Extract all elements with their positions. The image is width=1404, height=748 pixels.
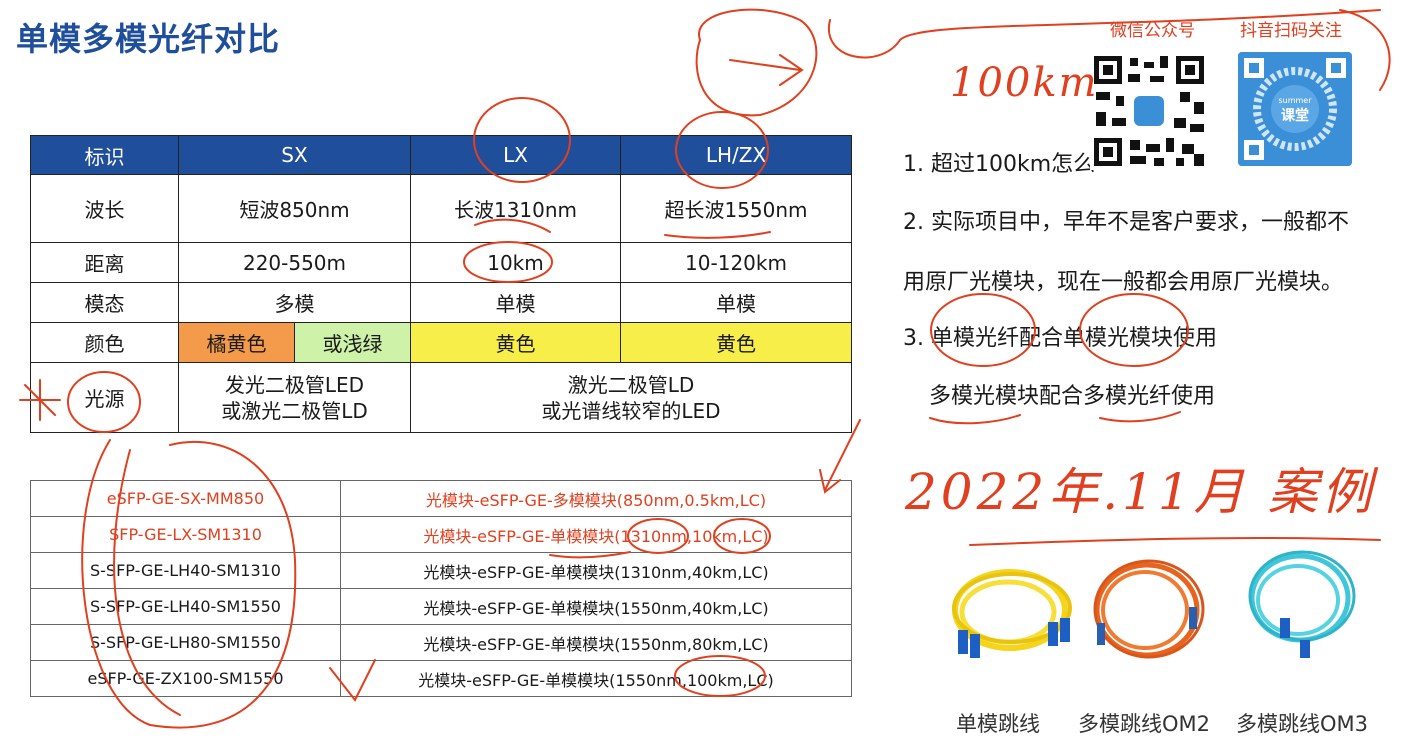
module-code-cell: eSFP-GE-ZX100-SM1550 — [30, 660, 341, 697]
row-label: 距离 — [30, 242, 179, 283]
row-label: 光源 — [30, 362, 179, 433]
module-code-cell: S-SFP-GE-LH40-SM1550 — [30, 588, 341, 625]
douyin-label: 抖音扫码关注 — [1240, 21, 1342, 41]
table-cell: 220-550m — [178, 242, 411, 283]
table-cell: 多模 — [178, 282, 411, 323]
table-row: SFP-GE-LX-SM1310 光模块-eSFP-GE-单模模块(1310nm,… — [30, 516, 852, 553]
caption-om2: 多模跳线OM2 — [1078, 712, 1211, 736]
header-cell: LX — [410, 135, 621, 175]
douyin-qr-code: summer 课堂 — [1238, 52, 1352, 166]
module-code-cell: eSFP-GE-SX-MM850 — [30, 480, 341, 517]
color-cell-orange: 橘黄色 — [178, 322, 295, 363]
module-desc-cell: 光模块-eSFP-GE-单模模块(1310nm,10km,LC) — [340, 516, 852, 553]
table-header-row: 标识 SX LX LH/ZX — [30, 135, 852, 175]
note-line: 用原厂光模块，现在一般都会用原厂光模块。 — [903, 270, 1344, 295]
wechat-label: 微信公众号 — [1110, 21, 1195, 41]
module-code-cell: S-SFP-GE-LH80-SM1550 — [30, 624, 341, 661]
row-label: 模态 — [30, 282, 179, 323]
table-cell: 单模 — [410, 282, 621, 323]
color-cell-yellow: 黄色 — [410, 322, 621, 363]
module-code-cell: SFP-GE-LX-SM1310 — [30, 516, 341, 553]
table-cell: 10-120km — [620, 242, 852, 283]
table-row: S-SFP-GE-LH80-SM1550 光模块-eSFP-GE-单模模块(155… — [30, 624, 852, 661]
table-cell: 长波1310nm — [410, 174, 621, 243]
table-cell: 单模 — [620, 282, 852, 323]
module-desc-cell: 光模块-eSFP-GE-单模模块(1550nm,80km,LC) — [340, 624, 852, 661]
page-title: 单模多模光纤对比 — [16, 20, 281, 58]
header-cell: 标识 — [30, 135, 179, 175]
handwritten-date-note: 2022年.11月 案例 — [905, 463, 1376, 521]
cell-line: 激光二极管LD — [567, 372, 695, 397]
module-desc-cell: 光模块-eSFP-GE-单模模块(1310nm,40km,LC) — [340, 552, 852, 589]
table-cell: 激光二极管LD 或光谱线较窄的LED — [410, 362, 852, 433]
note-line: 3. 单模光纤配合单模光模块使用 — [903, 326, 1217, 351]
table-row: S-SFP-GE-LH40-SM1310 光模块-eSFP-GE-单模模块(131… — [30, 552, 852, 589]
module-desc-cell: 光模块-eSFP-GE-多模模块(850nm,0.5km,LC) — [340, 480, 852, 517]
row-label: 波长 — [30, 174, 179, 243]
multimode-om3-cable-image — [1240, 548, 1360, 663]
single-mode-cable-image — [940, 560, 1080, 670]
table-cell: 10km — [410, 242, 621, 283]
table-row: 颜色 橘黄色 或浅绿 黄色 黄色 — [30, 322, 852, 363]
table-row: 距离 220-550m 10km 10-120km — [30, 242, 852, 283]
table-row: eSFP-GE-SX-MM850 光模块-eSFP-GE-多模模块(850nm,0… — [30, 480, 852, 517]
cell-line: 或激光二极管LD — [221, 398, 368, 423]
qr-badge-top: summer — [1278, 96, 1312, 105]
header-cell: SX — [178, 135, 411, 175]
handwritten-km-note: 100km — [950, 60, 1099, 106]
module-desc-cell: 光模块-eSFP-GE-单模模块(1550nm,100km,LC) — [340, 660, 852, 697]
multimode-om2-cable-image — [1085, 555, 1210, 670]
wechat-qr-code — [1090, 52, 1208, 170]
module-desc-cell: 光模块-eSFP-GE-单模模块(1550nm,40km,LC) — [340, 588, 852, 625]
color-cell-green: 或浅绿 — [294, 322, 411, 363]
qr-badge-main: 课堂 — [1281, 108, 1309, 124]
table-row: 模态 多模 单模 单模 — [30, 282, 852, 323]
module-list-table: eSFP-GE-SX-MM850 光模块-eSFP-GE-多模模块(850nm,0… — [30, 480, 852, 697]
caption-single-mode: 单模跳线 — [956, 712, 1040, 736]
fiber-comparison-table: 标识 SX LX LH/ZX 波长 短波850nm 长波1310nm 超长波15… — [30, 135, 852, 433]
table-cell: 发光二极管LED 或激光二极管LD — [178, 362, 411, 433]
note-line: 2. 实际项目中，早年不是客户要求，一般都不 — [903, 210, 1349, 235]
cell-line: 或光谱线较窄的LED — [541, 398, 721, 423]
caption-om3: 多模跳线OM3 — [1236, 712, 1369, 736]
table-row: 波长 短波850nm 长波1310nm 超长波1550nm — [30, 174, 852, 243]
table-row: eSFP-GE-ZX100-SM1550 光模块-eSFP-GE-单模模块(155… — [30, 660, 852, 697]
header-cell: LH/ZX — [620, 135, 852, 175]
cell-line: 发光二极管LED — [224, 372, 365, 397]
table-row: 光源 发光二极管LED 或激光二极管LD 激光二极管LD 或光谱线较窄的LED — [30, 362, 852, 433]
note-line: 1. 超过100km怎么 — [903, 152, 1096, 177]
table-cell: 短波850nm — [178, 174, 411, 243]
color-cell-yellow: 黄色 — [620, 322, 852, 363]
module-code-cell: S-SFP-GE-LH40-SM1310 — [30, 552, 341, 589]
note-line: 多模光模块配合多模光纤使用 — [929, 384, 1216, 409]
row-label: 颜色 — [30, 322, 179, 363]
table-row: S-SFP-GE-LH40-SM1550 光模块-eSFP-GE-单模模块(155… — [30, 588, 852, 625]
table-cell: 超长波1550nm — [620, 174, 852, 243]
